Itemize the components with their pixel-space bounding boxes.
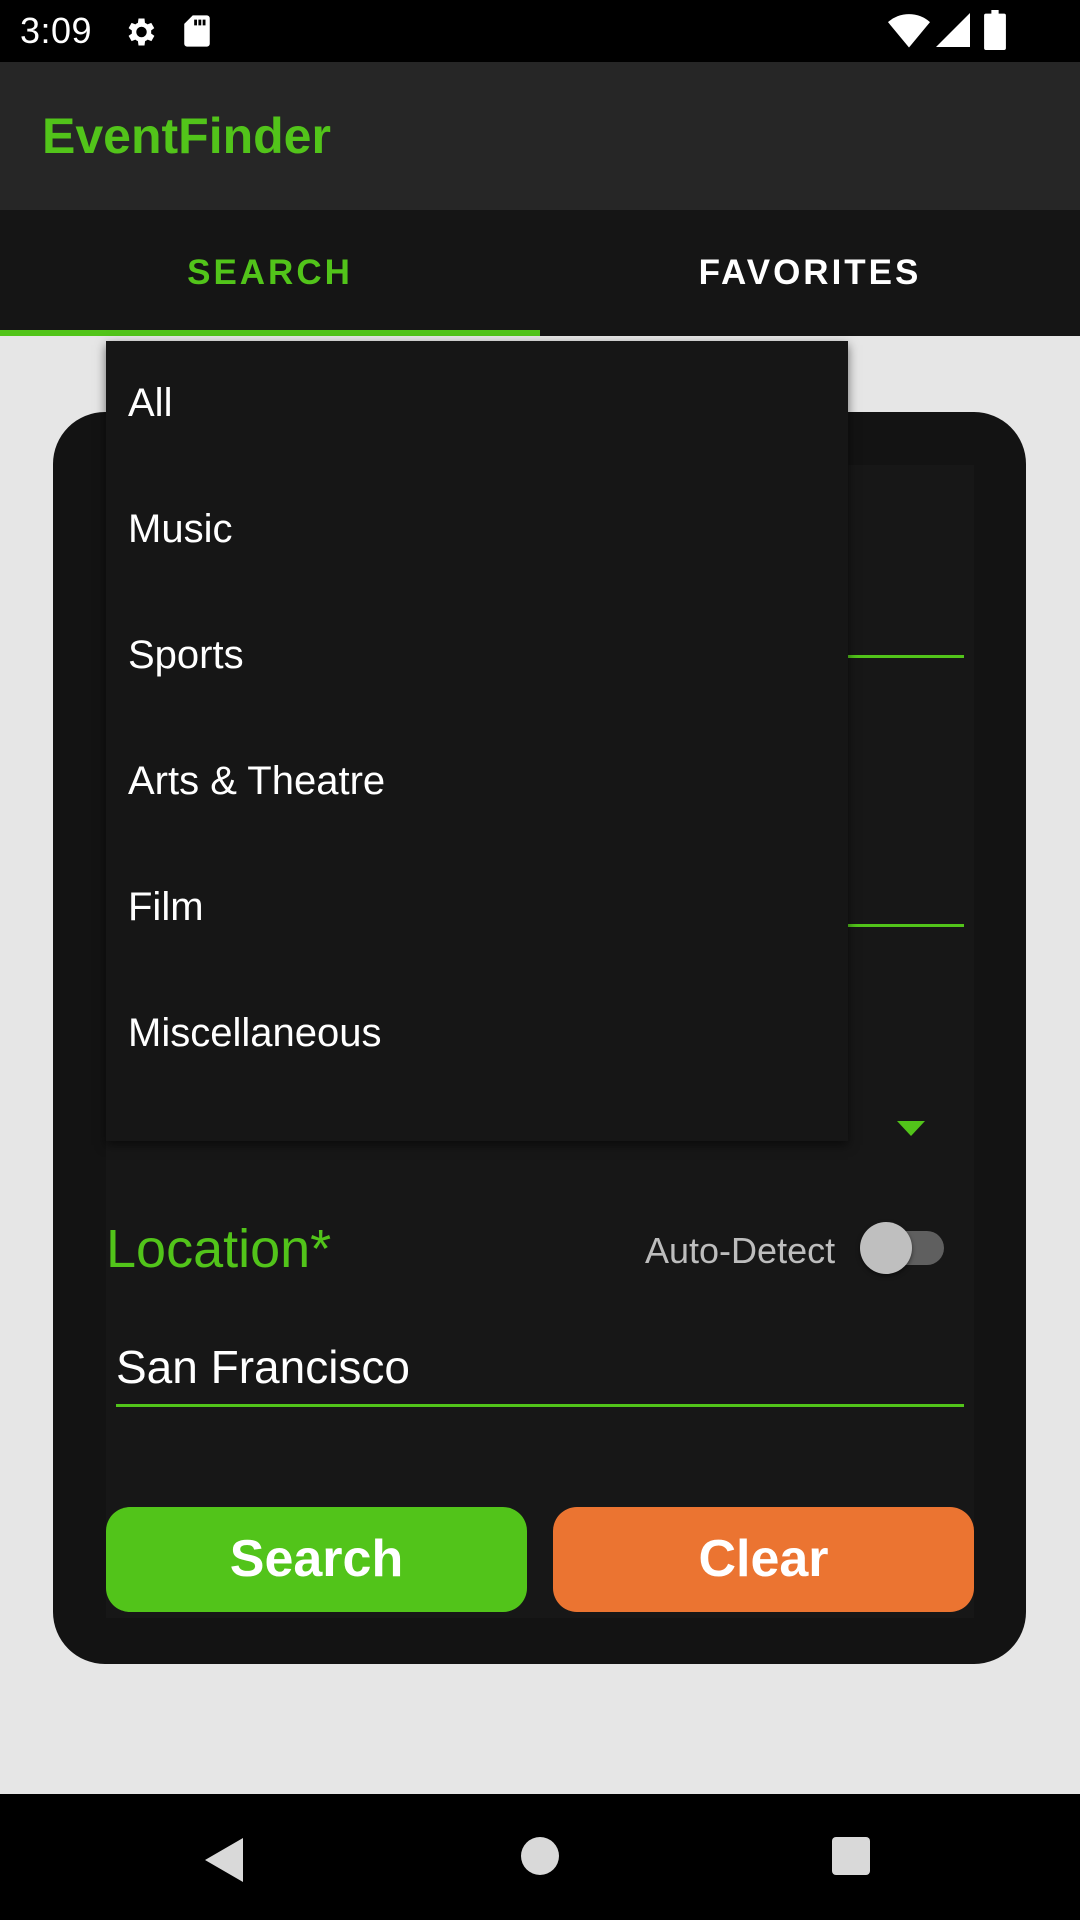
app-bar: EventFinder [0, 62, 1080, 210]
dropdown-option-all[interactable]: All [128, 381, 172, 426]
location-label: Location* [106, 1219, 332, 1279]
search-button[interactable]: Search [106, 1507, 527, 1612]
wifi-icon [888, 12, 930, 57]
dropdown-option-sports[interactable]: Sports [128, 633, 244, 678]
status-time: 3:09 [20, 10, 93, 51]
gear-icon [122, 14, 158, 59]
distance-field-underline [848, 924, 964, 927]
switch-thumb[interactable] [860, 1222, 912, 1274]
tab-bar: SEARCH FAVORITES [0, 210, 1080, 336]
status-bar: 3:09 [0, 0, 1080, 62]
home-icon[interactable] [521, 1837, 559, 1875]
location-input[interactable]: San Francisco [116, 1340, 964, 1408]
dropdown-option-film[interactable]: Film [128, 885, 204, 930]
location-input-underline [116, 1404, 964, 1407]
active-tab-indicator [0, 330, 540, 336]
dropdown-option-miscellaneous[interactable]: Miscellaneous [128, 1011, 381, 1056]
sd-card-icon [182, 14, 212, 57]
keyword-field-underline [848, 655, 964, 658]
cell-signal-icon [936, 12, 970, 57]
battery-icon [984, 10, 1006, 59]
back-icon[interactable] [205, 1838, 243, 1882]
tab-search[interactable]: SEARCH [0, 210, 540, 336]
category-dropdown-menu: All Music Sports Arts & Theatre Film Mis… [106, 341, 848, 1141]
tab-favorites[interactable]: FAVORITES [540, 210, 1080, 336]
dropdown-arrow-icon[interactable] [897, 1121, 925, 1136]
clear-button[interactable]: Clear [553, 1507, 974, 1612]
auto-detect-label: Auto-Detect [645, 1230, 836, 1271]
dropdown-option-arts-theatre[interactable]: Arts & Theatre [128, 759, 385, 804]
recent-apps-icon[interactable] [832, 1837, 870, 1875]
dropdown-option-music[interactable]: Music [128, 507, 232, 552]
app-title: EventFinder [42, 108, 331, 164]
